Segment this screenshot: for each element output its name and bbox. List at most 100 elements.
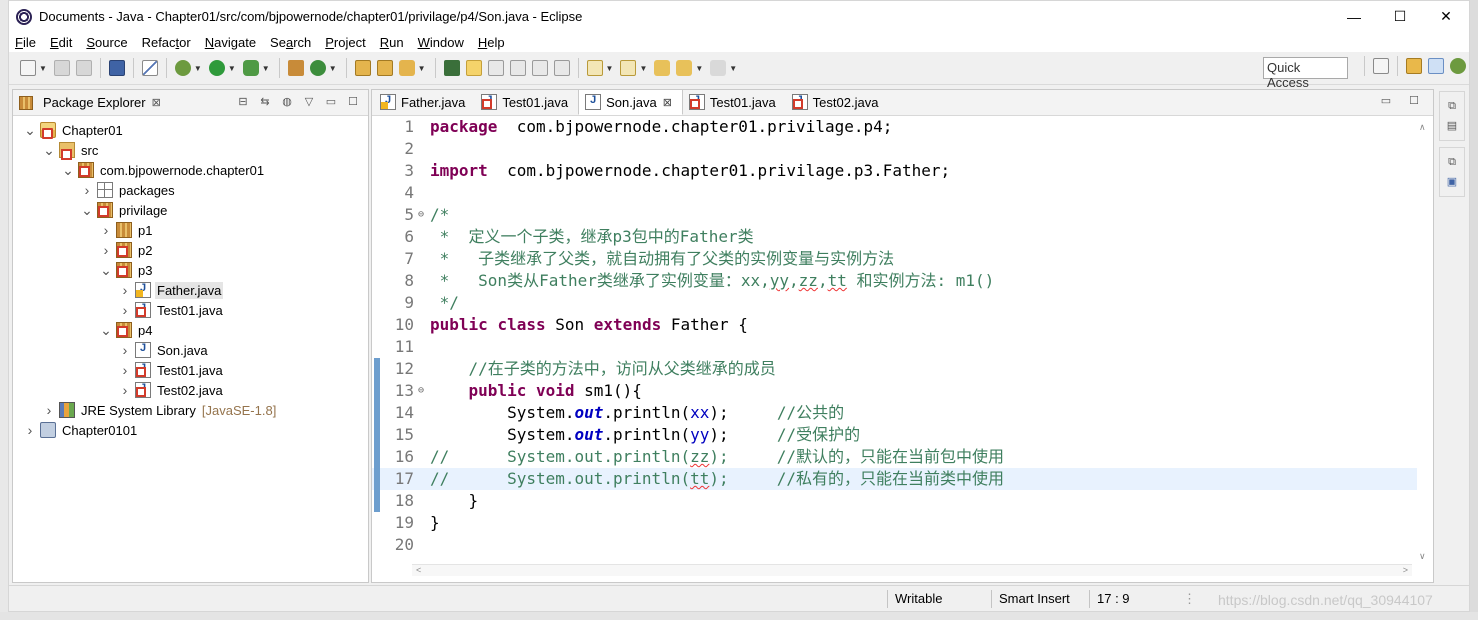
menu-edit[interactable]: Edit bbox=[50, 35, 72, 50]
editor-tab[interactable]: Test02.java bbox=[786, 89, 889, 115]
menu-refactor[interactable]: Refactor bbox=[142, 35, 191, 50]
tree-item[interactable]: ⌄ Chapter01 bbox=[13, 120, 368, 140]
view-title[interactable]: Package Explorer bbox=[43, 95, 146, 110]
forward-icon[interactable] bbox=[710, 60, 727, 76]
tree-item[interactable]: ⌄ com.bjpowernode.chapter01 bbox=[13, 160, 368, 180]
debug-perspective-icon[interactable] bbox=[1450, 58, 1466, 74]
open-task-icon[interactable] bbox=[376, 60, 393, 76]
view-menu-icon[interactable]: ▽ bbox=[302, 95, 316, 109]
toggle-breadcrumb-icon[interactable] bbox=[443, 60, 460, 76]
new-java-class-icon[interactable] bbox=[309, 60, 326, 76]
forward-dropdown-icon[interactable]: ▼ bbox=[729, 64, 737, 73]
minimize-view-icon[interactable]: ▭ bbox=[324, 95, 338, 109]
focus-icon[interactable]: ◍ bbox=[280, 95, 294, 109]
menu-navigate[interactable]: Navigate bbox=[205, 35, 256, 50]
collapsed-chevron-icon[interactable]: › bbox=[23, 422, 37, 438]
back-dropdown-icon[interactable]: ▼ bbox=[695, 64, 703, 73]
editor-tab[interactable]: Test01.java bbox=[683, 89, 786, 115]
collapsed-chevron-icon[interactable]: › bbox=[118, 342, 132, 358]
quick-access-field[interactable]: Quick Access bbox=[1263, 57, 1348, 90]
external-tools-dropdown-icon[interactable]: ▼ bbox=[262, 64, 270, 73]
horizontal-scrollbar[interactable]: < > bbox=[412, 564, 1412, 576]
back-icon[interactable] bbox=[676, 60, 693, 76]
expanded-chevron-icon[interactable]: ⌄ bbox=[80, 202, 94, 219]
run-icon[interactable] bbox=[208, 60, 225, 76]
tree-item[interactable]: › Chapter0101 bbox=[13, 420, 368, 440]
code-text-area[interactable]: 1 package com.bjpowernode.chapter01.privi… bbox=[372, 116, 1417, 566]
skip-breakpoints-icon[interactable] bbox=[141, 60, 158, 76]
next-annotation-dropdown-icon[interactable]: ▼ bbox=[606, 64, 614, 73]
minimize-button[interactable]: — bbox=[1331, 1, 1377, 32]
restore-icon[interactable]: ⧉ bbox=[1445, 155, 1459, 169]
search-icon[interactable] bbox=[398, 60, 415, 76]
new-java-package-icon[interactable] bbox=[287, 60, 304, 76]
scroll-down-icon[interactable]: ∨ bbox=[1419, 551, 1426, 562]
java-perspective-icon[interactable] bbox=[1428, 58, 1444, 74]
menu-project[interactable]: Project bbox=[325, 35, 365, 50]
new-dropdown-icon[interactable]: ▼ bbox=[39, 64, 47, 73]
tree-item[interactable]: › JRE System Library [JavaSE-1.8] bbox=[13, 400, 368, 420]
tree-item[interactable]: ⌄ src bbox=[13, 140, 368, 160]
open-type-icon[interactable] bbox=[354, 60, 371, 76]
menu-source[interactable]: Source bbox=[86, 35, 127, 50]
expanded-chevron-icon[interactable]: ⌄ bbox=[99, 262, 113, 279]
collapsed-chevron-icon[interactable]: › bbox=[80, 182, 94, 198]
fold-toggle-icon[interactable]: ⊖ bbox=[418, 380, 424, 402]
tree-item[interactable]: › Test02.java bbox=[13, 380, 368, 400]
vertical-scrollbar[interactable]: ∧ ∨ bbox=[1417, 122, 1429, 562]
run-dropdown-icon[interactable]: ▼ bbox=[228, 64, 236, 73]
paragraph-marks-icon[interactable] bbox=[553, 60, 570, 76]
editor-tab[interactable]: Test01.java bbox=[475, 89, 578, 115]
debug-icon[interactable] bbox=[174, 60, 191, 76]
tree-item[interactable]: › Test01.java bbox=[13, 360, 368, 380]
link-with-editor-icon[interactable]: ⇆ bbox=[258, 95, 272, 109]
tree-item[interactable]: ⌄ p3 bbox=[13, 260, 368, 280]
editor-tab[interactable]: Son.java ⊠ bbox=[578, 89, 683, 115]
new-class-dropdown-icon[interactable]: ▼ bbox=[329, 64, 337, 73]
save-all-icon[interactable] bbox=[75, 60, 92, 76]
collapsed-chevron-icon[interactable]: › bbox=[118, 282, 132, 298]
collapsed-chevron-icon[interactable]: › bbox=[118, 362, 132, 378]
last-edit-location-icon[interactable] bbox=[654, 60, 671, 76]
toggle-block-selection-icon[interactable] bbox=[487, 60, 504, 76]
tree-item[interactable]: › Son.java bbox=[13, 340, 368, 360]
maximize-button[interactable]: ☐ bbox=[1377, 1, 1423, 32]
terminal-icon[interactable] bbox=[108, 60, 125, 76]
previous-annotation-icon[interactable] bbox=[620, 60, 637, 76]
close-button[interactable]: ✕ bbox=[1423, 1, 1469, 32]
maximize-editor-icon[interactable]: ☐ bbox=[1407, 94, 1421, 108]
scroll-up-icon[interactable]: ∧ bbox=[1419, 122, 1426, 133]
menu-search[interactable]: Search bbox=[270, 35, 311, 50]
new-icon[interactable] bbox=[20, 60, 36, 76]
open-perspective-icon[interactable] bbox=[1373, 58, 1389, 74]
next-annotation-icon[interactable] bbox=[586, 60, 603, 76]
outline-icon[interactable]: ▣ bbox=[1445, 175, 1459, 189]
tree-item[interactable]: › Father.java bbox=[13, 280, 368, 300]
status-more-icon[interactable]: ⋮ bbox=[1183, 591, 1196, 607]
search-dropdown-icon[interactable]: ▼ bbox=[418, 64, 426, 73]
expanded-chevron-icon[interactable]: ⌄ bbox=[61, 162, 75, 179]
task-list-icon[interactable]: ▤ bbox=[1445, 119, 1459, 133]
save-icon[interactable] bbox=[53, 60, 70, 76]
scroll-left-icon[interactable]: < bbox=[416, 565, 421, 575]
mark-occurrences-icon[interactable] bbox=[465, 60, 482, 76]
maximize-view-icon[interactable]: ☐ bbox=[346, 95, 360, 109]
menu-run[interactable]: Run bbox=[380, 35, 404, 50]
menu-file[interactable]: File bbox=[15, 35, 36, 50]
tree-item[interactable]: › Test01.java bbox=[13, 300, 368, 320]
restore-icon[interactable]: ⧉ bbox=[1445, 99, 1459, 113]
debug-dropdown-icon[interactable]: ▼ bbox=[194, 64, 202, 73]
collapsed-chevron-icon[interactable]: › bbox=[118, 302, 132, 318]
tree-item[interactable]: › packages bbox=[13, 180, 368, 200]
insert-mode-status[interactable]: Smart Insert bbox=[999, 591, 1070, 606]
menu-window[interactable]: Window bbox=[418, 35, 464, 50]
scroll-right-icon[interactable]: > bbox=[1403, 565, 1408, 575]
tree-item[interactable]: › p2 bbox=[13, 240, 368, 260]
expanded-chevron-icon[interactable]: ⌄ bbox=[99, 322, 113, 339]
previous-annotation-dropdown-icon[interactable]: ▼ bbox=[639, 64, 647, 73]
tree-item[interactable]: ⌄ privilage bbox=[13, 200, 368, 220]
tree-item[interactable]: ⌄ p4 bbox=[13, 320, 368, 340]
java-ee-perspective-icon[interactable] bbox=[1406, 58, 1422, 74]
collapsed-chevron-icon[interactable]: › bbox=[118, 382, 132, 398]
collapsed-chevron-icon[interactable]: › bbox=[99, 242, 113, 258]
